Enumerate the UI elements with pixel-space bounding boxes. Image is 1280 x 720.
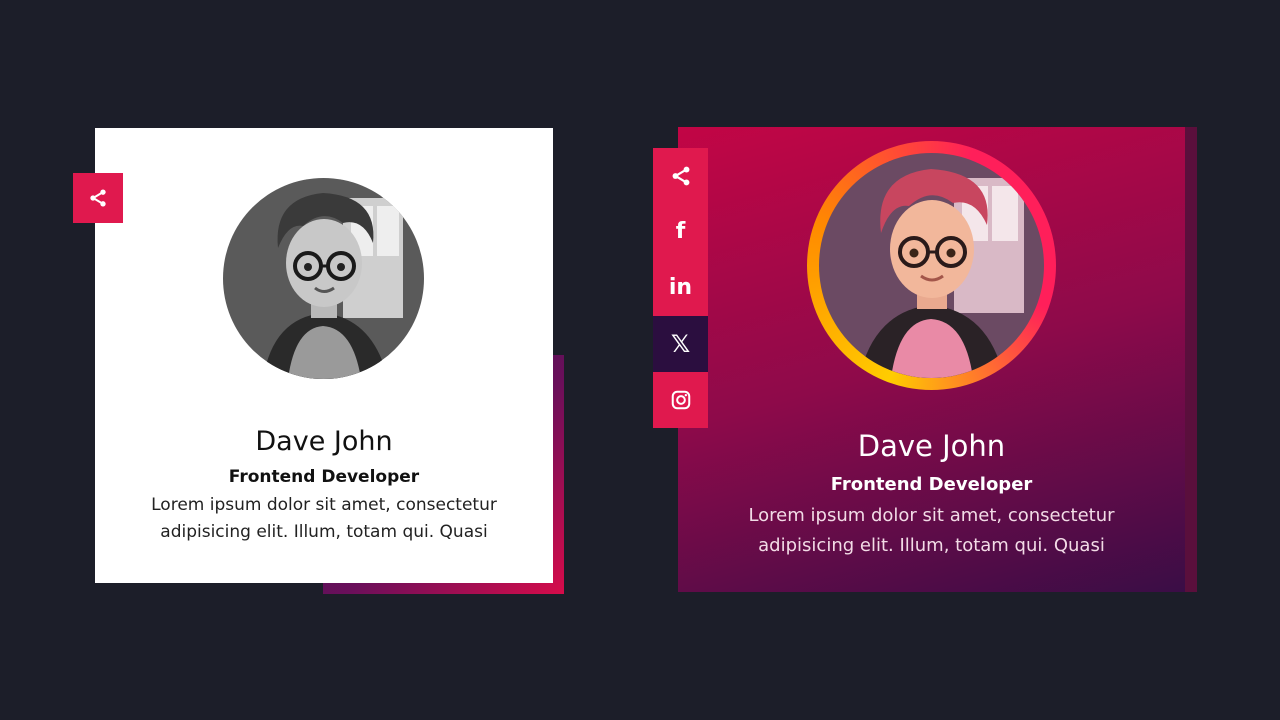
share-icon bbox=[672, 166, 689, 186]
page: Dave John Frontend Developer Lorem ipsum… bbox=[0, 0, 1280, 720]
x-link[interactable]: 𝕏 bbox=[653, 316, 708, 372]
facebook-link[interactable]: f bbox=[653, 204, 708, 260]
share-icon bbox=[90, 189, 106, 207]
profile-role: Frontend Developer bbox=[228, 467, 420, 487]
avatar-illustration bbox=[819, 153, 1044, 378]
linkedin-icon: in bbox=[668, 275, 693, 300]
share-button[interactable] bbox=[653, 148, 708, 204]
profile-card-2[interactable]: Dave John Frontend Developer Lorem ipsum… bbox=[678, 127, 1185, 592]
instagram-icon bbox=[671, 390, 690, 410]
share-button[interactable] bbox=[73, 173, 123, 223]
profile-description: Lorem ipsum dolor sit amet, consectetur … bbox=[151, 495, 497, 542]
profile-role: Frontend Developer bbox=[830, 474, 1033, 495]
profile-name: Dave John bbox=[857, 429, 1006, 463]
avatar bbox=[819, 153, 1044, 378]
avatar-gradient-ring bbox=[807, 141, 1056, 390]
profile-card-1[interactable]: Dave John Frontend Developer Lorem ipsum… bbox=[95, 128, 553, 583]
profile-description: Lorem ipsum dolor sit amet, consectetur … bbox=[748, 505, 1115, 556]
avatar-illustration bbox=[223, 178, 424, 379]
avatar bbox=[223, 178, 424, 379]
social-links-bar: f in 𝕏 bbox=[653, 148, 708, 428]
facebook-icon: f bbox=[675, 219, 686, 244]
card-edge-shadow bbox=[1185, 127, 1197, 592]
profile-name: Dave John bbox=[255, 426, 393, 457]
x-icon: 𝕏 bbox=[670, 330, 691, 358]
instagram-link[interactable] bbox=[653, 372, 708, 428]
linkedin-link[interactable]: in bbox=[653, 260, 708, 316]
